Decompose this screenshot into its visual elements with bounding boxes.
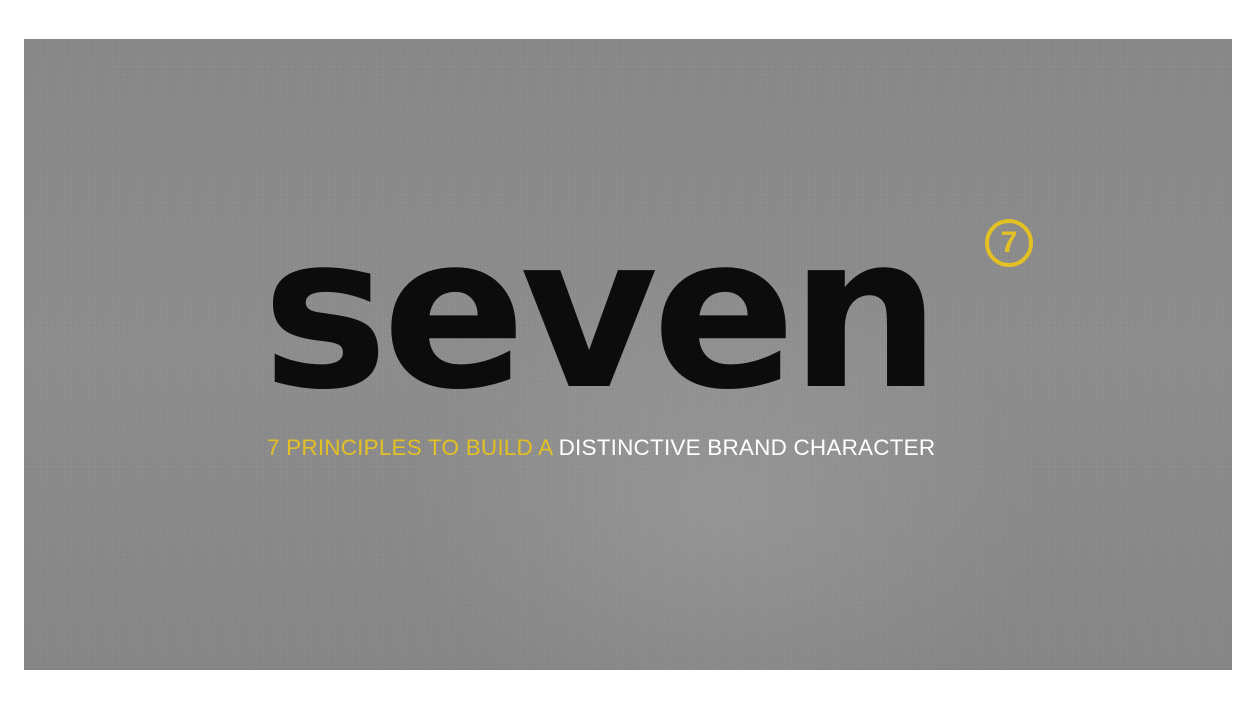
tagline: 7 PRINCIPLES TO BUILD A DISTINCTIVE BRAN… <box>267 435 935 461</box>
circled-seven-badge: 7 <box>985 219 1033 267</box>
title-slide: seven 7 7 PRINCIPLES TO BUILD A DISTINCT… <box>24 39 1232 670</box>
tagline-rest: DISTINCTIVE BRAND CHARACTER <box>558 435 936 460</box>
tagline-highlight: 7 PRINCIPLES TO BUILD A <box>267 435 553 460</box>
seven-wordmark: seven <box>262 189 941 436</box>
